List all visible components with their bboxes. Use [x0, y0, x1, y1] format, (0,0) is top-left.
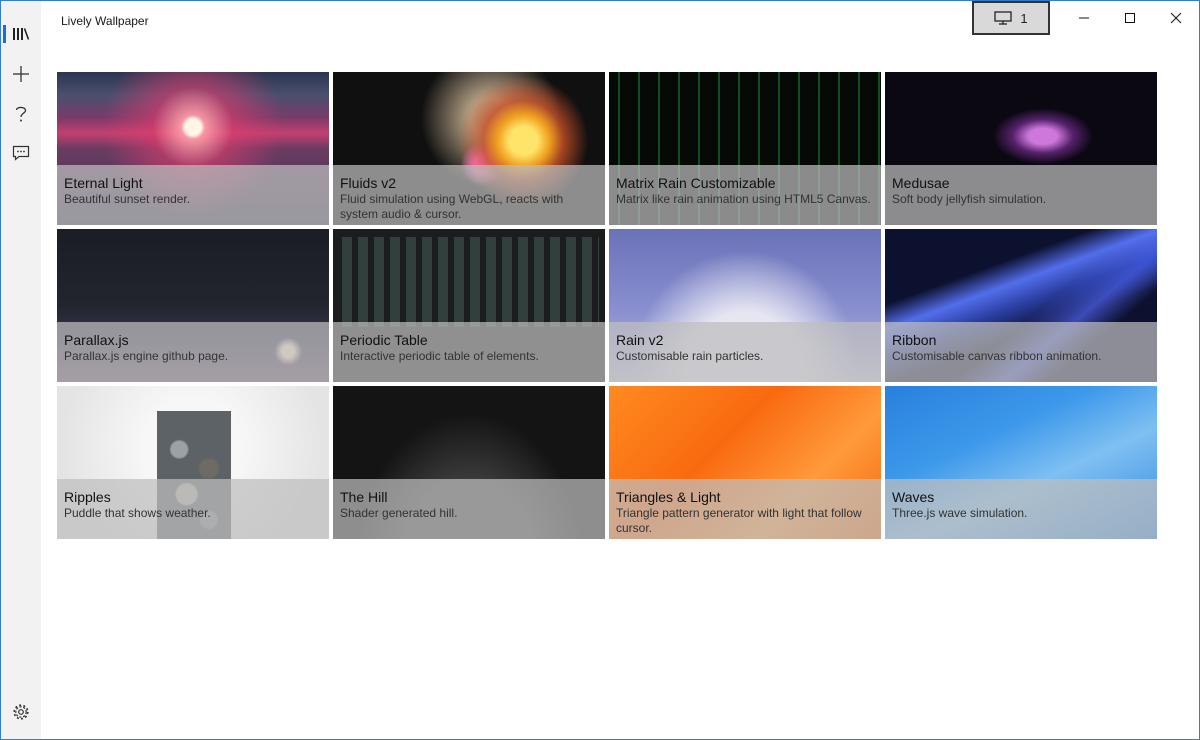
wallpaper-grid: Eternal Light Beautiful sunset render. F…	[57, 72, 1157, 539]
screen-select-button[interactable]: 1	[972, 1, 1050, 35]
tile-title: Medusae	[892, 175, 950, 191]
tile-title: Ripples	[64, 489, 111, 505]
maximize-icon	[1125, 13, 1135, 23]
wallpaper-tile-medusae[interactable]: Medusae Soft body jellyfish simulation.	[885, 72, 1157, 225]
tile-description: Fluid simulation using WebGL, reacts wit…	[340, 192, 564, 221]
tile-info: The Hill Shader generated hill.	[333, 479, 605, 539]
app-title: Lively Wallpaper	[61, 14, 149, 28]
wallpaper-tile-fluids-v2[interactable]: Fluids v2 Fluid simulation using WebGL, …	[333, 72, 605, 225]
wallpaper-tile-ripples[interactable]: Ripples Puddle that shows weather.	[57, 386, 329, 539]
nav-item-help[interactable]	[1, 96, 41, 132]
tile-info: Triangles & Light Triangle pattern gener…	[609, 479, 881, 539]
tile-description: Interactive periodic table of elements.	[340, 349, 539, 363]
tile-title: Eternal Light	[64, 175, 143, 191]
tile-description: Three.js wave simulation.	[892, 506, 1028, 520]
tile-info: Parallax.js Parallax.js engine github pa…	[57, 322, 329, 382]
wallpaper-tile-waves[interactable]: Waves Three.js wave simulation.	[885, 386, 1157, 539]
minimize-icon	[1079, 17, 1089, 19]
tile-title: Periodic Table	[340, 332, 428, 348]
gear-icon	[13, 704, 29, 720]
tile-info: Ribbon Customisable canvas ribbon animat…	[885, 322, 1157, 382]
nav-item-settings[interactable]	[1, 694, 41, 730]
tile-title: Triangles & Light	[616, 489, 721, 505]
tile-description: Parallax.js engine github page.	[64, 349, 229, 363]
tile-info: Eternal Light Beautiful sunset render.	[57, 165, 329, 225]
nav-item-feedback[interactable]	[1, 135, 41, 171]
tile-info: Matrix Rain Customizable Matrix like rai…	[609, 165, 881, 225]
nav-item-library[interactable]	[1, 16, 41, 52]
wallpaper-tile-matrix-rain[interactable]: Matrix Rain Customizable Matrix like rai…	[609, 72, 881, 225]
tile-description: Beautiful sunset render.	[64, 192, 191, 206]
tile-info: Rain v2 Customisable rain particles.	[609, 322, 881, 382]
close-icon	[1170, 12, 1182, 24]
tile-info: Ripples Puddle that shows weather.	[57, 479, 329, 539]
nav-item-add[interactable]	[1, 56, 41, 92]
tile-description: Shader generated hill.	[340, 506, 458, 520]
wallpaper-tile-ribbon[interactable]: Ribbon Customisable canvas ribbon animat…	[885, 229, 1157, 382]
tile-description: Customisable canvas ribbon animation.	[892, 349, 1102, 363]
nav-rail	[1, 1, 41, 739]
wallpaper-tile-periodic-table[interactable]: Periodic Table Interactive periodic tabl…	[333, 229, 605, 382]
tile-info: Periodic Table Interactive periodic tabl…	[333, 322, 605, 382]
tile-title: Parallax.js	[64, 332, 129, 348]
wallpaper-tile-parallax-js[interactable]: Parallax.js Parallax.js engine github pa…	[57, 229, 329, 382]
tile-title: Fluids v2	[340, 175, 397, 191]
wallpaper-tile-triangles-light[interactable]: Triangles & Light Triangle pattern gener…	[609, 386, 881, 539]
library-icon	[13, 28, 30, 40]
tile-info: Fluids v2 Fluid simulation using WebGL, …	[333, 165, 605, 225]
app-window: Lively Wallpaper 1 Eternal Light Beautif…	[0, 0, 1200, 740]
thumbnail-pattern	[339, 237, 599, 327]
close-button[interactable]	[1153, 1, 1199, 35]
tile-description: Customisable rain particles.	[616, 349, 764, 363]
tile-description: Triangle pattern generator with light th…	[616, 506, 862, 535]
tile-description: Puddle that shows weather.	[64, 506, 211, 520]
feedback-icon	[12, 145, 30, 161]
minimize-button[interactable]	[1061, 1, 1107, 35]
wallpaper-tile-rain-v2[interactable]: Rain v2 Customisable rain particles.	[609, 229, 881, 382]
tile-title: Ribbon	[892, 332, 937, 348]
wallpaper-tile-eternal-light[interactable]: Eternal Light Beautiful sunset render.	[57, 72, 329, 225]
tile-description: Matrix like rain animation using HTML5 C…	[616, 192, 871, 206]
tile-info: Medusae Soft body jellyfish simulation.	[885, 165, 1157, 225]
tile-title: Rain v2	[616, 332, 664, 348]
screen-number: 1	[1020, 10, 1028, 26]
tile-title: Waves	[892, 489, 935, 505]
tile-title: Matrix Rain Customizable	[616, 175, 776, 191]
wallpaper-tile-the-hill[interactable]: The Hill Shader generated hill.	[333, 386, 605, 539]
plus-icon	[13, 66, 29, 82]
maximize-button[interactable]	[1107, 1, 1153, 35]
tile-info: Waves Three.js wave simulation.	[885, 479, 1157, 539]
tile-description: Soft body jellyfish simulation.	[892, 192, 1047, 206]
monitor-icon	[994, 11, 1013, 25]
tile-title: The Hill	[340, 489, 388, 505]
help-icon	[15, 106, 27, 122]
